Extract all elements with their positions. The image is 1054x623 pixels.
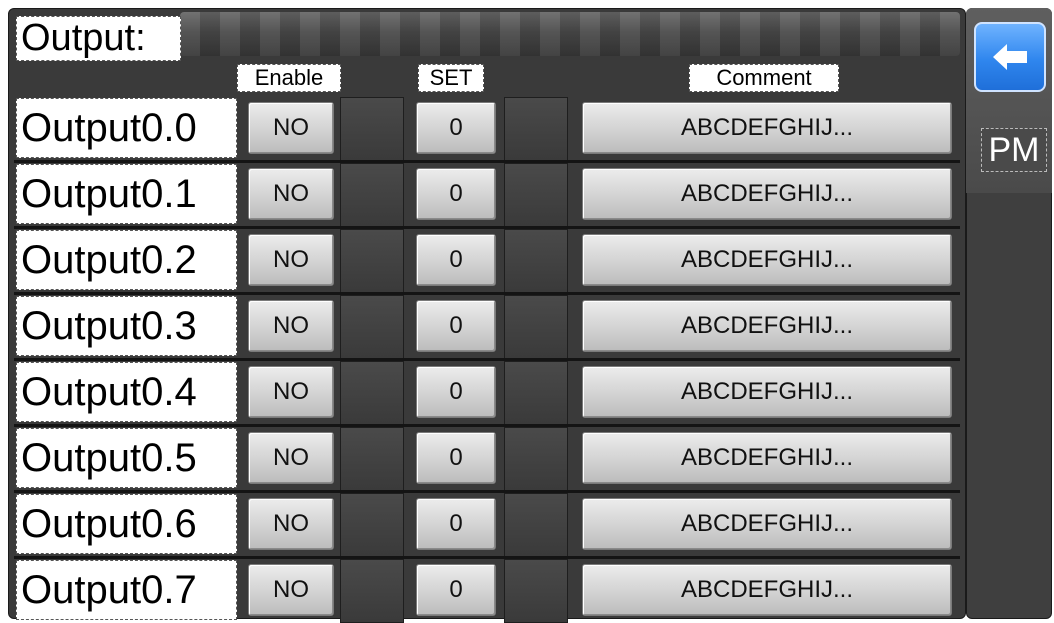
empty-slot	[340, 361, 404, 425]
empty-slot	[504, 559, 568, 623]
empty-slot	[340, 295, 404, 359]
empty-slot	[504, 493, 568, 557]
set-value-button[interactable]: 0	[416, 102, 496, 154]
output-row-label: Output0.2	[16, 230, 237, 290]
output-row-label: Output0.0	[16, 98, 237, 158]
pm-label: PM	[981, 128, 1047, 172]
comment-button[interactable]: ABCDEFGHIJ...	[582, 168, 952, 220]
row-separator	[14, 424, 960, 427]
empty-slot	[504, 361, 568, 425]
comment-button[interactable]: ABCDEFGHIJ...	[582, 366, 952, 418]
set-value-button[interactable]: 0	[416, 366, 496, 418]
set-value-button[interactable]: 0	[416, 564, 496, 616]
set-value-button[interactable]: 0	[416, 234, 496, 286]
output-row-label: Output0.5	[16, 428, 237, 488]
row-separator	[14, 358, 960, 361]
empty-slot	[504, 295, 568, 359]
column-header-comment: Comment	[689, 64, 839, 92]
set-value-button[interactable]: 0	[416, 168, 496, 220]
enable-button[interactable]: NO	[248, 168, 334, 220]
empty-slot	[340, 427, 404, 491]
header-decorative-strip	[180, 12, 960, 56]
row-separator	[14, 160, 960, 163]
set-value-button[interactable]: 0	[416, 300, 496, 352]
enable-button[interactable]: NO	[248, 102, 334, 154]
io-output-screen: Output: Enable SET Comment Output0.0 NO 0 A…	[0, 0, 1054, 623]
empty-slot	[340, 559, 404, 623]
row-separator	[14, 556, 960, 559]
column-header-set: SET	[418, 64, 484, 92]
empty-slot	[340, 493, 404, 557]
output-row-label: Output0.7	[16, 560, 237, 620]
enable-button[interactable]: NO	[248, 234, 334, 286]
arrow-left-icon	[993, 44, 1027, 70]
comment-button[interactable]: ABCDEFGHIJ...	[582, 498, 952, 550]
output-row-label: Output0.3	[16, 296, 237, 356]
row-separator	[14, 292, 960, 295]
enable-button[interactable]: NO	[248, 564, 334, 616]
set-value-button[interactable]: 0	[416, 432, 496, 484]
comment-button[interactable]: ABCDEFGHIJ...	[582, 234, 952, 286]
empty-slot	[504, 229, 568, 293]
empty-slot	[340, 229, 404, 293]
back-button[interactable]	[974, 22, 1046, 92]
empty-slot	[504, 163, 568, 227]
empty-slot	[504, 427, 568, 491]
output-row-label: Output0.1	[16, 164, 237, 224]
empty-slot	[340, 163, 404, 227]
enable-button[interactable]: NO	[248, 366, 334, 418]
page-title: Output:	[16, 16, 181, 61]
enable-button[interactable]: NO	[248, 300, 334, 352]
output-row-label: Output0.4	[16, 362, 237, 422]
row-separator	[14, 226, 960, 229]
enable-button[interactable]: NO	[248, 432, 334, 484]
output-row-label: Output0.6	[16, 494, 237, 554]
enable-button[interactable]: NO	[248, 498, 334, 550]
empty-slot	[504, 97, 568, 161]
comment-button[interactable]: ABCDEFGHIJ...	[582, 564, 952, 616]
set-value-button[interactable]: 0	[416, 498, 496, 550]
empty-slot	[340, 97, 404, 161]
comment-button[interactable]: ABCDEFGHIJ...	[582, 300, 952, 352]
column-header-enable: Enable	[237, 64, 341, 92]
row-separator	[14, 490, 960, 493]
comment-button[interactable]: ABCDEFGHIJ...	[582, 432, 952, 484]
comment-button[interactable]: ABCDEFGHIJ...	[582, 102, 952, 154]
